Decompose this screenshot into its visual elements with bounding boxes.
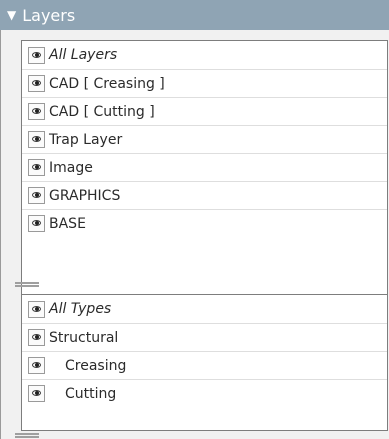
type-row-structural[interactable]: Structural: [22, 323, 387, 351]
layer-row-trap-layer[interactable]: Trap Layer: [22, 125, 387, 153]
eye-icon[interactable]: [28, 103, 45, 120]
type-label: Cutting: [65, 385, 117, 402]
type-row-creasing[interactable]: Creasing: [22, 351, 387, 379]
layer-label: All Layers: [49, 47, 118, 63]
eye-icon[interactable]: [28, 46, 45, 64]
layer-label: GRAPHICS: [49, 187, 121, 204]
splitter-handle[interactable]: [15, 282, 39, 287]
eye-icon[interactable]: [28, 131, 45, 148]
eye-icon[interactable]: [28, 357, 45, 374]
type-label: Creasing: [65, 357, 127, 374]
panel-title: Layers: [22, 5, 76, 25]
type-row-all-types[interactable]: All Types: [22, 295, 387, 323]
layer-row-graphics[interactable]: GRAPHICS: [22, 181, 387, 209]
layer-row-image[interactable]: Image: [22, 153, 387, 181]
eye-icon[interactable]: [28, 385, 45, 402]
layer-row-cad-cutting[interactable]: CAD [ Cutting ]: [22, 97, 387, 125]
layer-row-base[interactable]: BASE: [22, 209, 387, 237]
eye-icon[interactable]: [28, 300, 45, 318]
layers-panel-body: All Layers CAD [ Creasing ] CAD [ Cuttin…: [0, 30, 389, 439]
types-list: All Types Structural Creasing Cutting: [21, 294, 388, 431]
type-row-cutting[interactable]: Cutting: [22, 379, 387, 407]
type-label: All Types: [49, 301, 112, 317]
layer-row-cad-creasing[interactable]: CAD [ Creasing ]: [22, 69, 387, 97]
eye-icon[interactable]: [28, 187, 45, 204]
layer-label: Trap Layer: [49, 131, 123, 148]
layer-label: Image: [49, 159, 93, 176]
layer-label: CAD [ Cutting ]: [49, 103, 155, 120]
eye-icon[interactable]: [28, 75, 45, 92]
layers-panel-header[interactable]: ▼ Layers: [0, 0, 389, 30]
eye-icon[interactable]: [28, 329, 45, 346]
splitter-handle[interactable]: [15, 433, 39, 438]
layer-label: CAD [ Creasing ]: [49, 75, 165, 92]
layers-list: All Layers CAD [ Creasing ] CAD [ Cuttin…: [21, 40, 388, 303]
layer-row-all-layers[interactable]: All Layers: [22, 41, 387, 69]
type-label: Structural: [49, 329, 119, 346]
triangle-down-icon: ▼: [7, 8, 17, 22]
eye-icon[interactable]: [28, 215, 45, 232]
layer-label: BASE: [49, 215, 86, 232]
eye-icon[interactable]: [28, 159, 45, 176]
